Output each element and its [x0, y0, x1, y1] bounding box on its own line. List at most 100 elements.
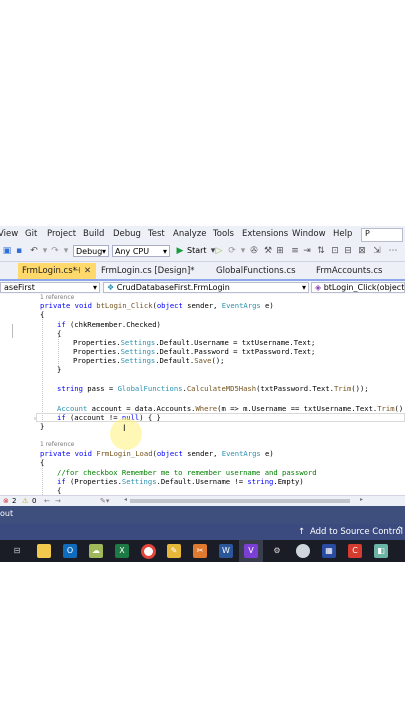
- token: ();: [211, 356, 225, 365]
- menu-view[interactable]: View: [0, 229, 18, 239]
- member-dropdown[interactable]: ◈ btLogin_Click(object se: [311, 282, 405, 293]
- class-dropdown[interactable]: ❖ CrudDatabaseFirst.FrmLogin ▾: [103, 282, 309, 293]
- search-box-label: P: [365, 229, 370, 238]
- tab-frmlogin-design[interactable]: FrmLogin.cs [Design]*: [97, 263, 207, 279]
- menu-debug[interactable]: Debug: [113, 229, 141, 239]
- project-dropdown[interactable]: aseFirst ▾: [0, 282, 100, 293]
- hot-reload-icon[interactable]: ✇: [249, 246, 259, 256]
- more-icon[interactable]: ⋯: [388, 246, 398, 256]
- outline-icon[interactable]: ⊠: [357, 246, 367, 256]
- token: Properties.: [73, 347, 121, 356]
- task-view-icon[interactable]: ⊟: [10, 544, 24, 558]
- debug-step-icon[interactable]: ⇅: [316, 246, 326, 256]
- tab-frmlogin-cs[interactable]: FrmLogin.cs* ⊣ ✕: [18, 263, 96, 279]
- bookmark-icon[interactable]: ⊡: [330, 246, 340, 256]
- menu-analyze[interactable]: Analyze: [173, 229, 207, 239]
- tab-globalfunctions[interactable]: GlobalFunctions.cs: [212, 263, 312, 279]
- reference-count[interactable]: 1 reference: [40, 294, 74, 301]
- token: Settings: [120, 347, 156, 356]
- indent-guide: [42, 314, 43, 426]
- brush-icon[interactable]: ✎▾: [100, 497, 109, 505]
- save-icon[interactable]: ▪: [14, 246, 24, 256]
- format-icon[interactable]: ⊞: [275, 246, 285, 256]
- menu-tools[interactable]: Tools: [213, 229, 234, 239]
- chevron-down-icon[interactable]: ▾: [238, 246, 248, 256]
- add-to-source-control[interactable]: Add to Source Control: [310, 527, 403, 537]
- token: Settings: [120, 356, 156, 365]
- refresh-icon[interactable]: ⟳: [227, 246, 237, 256]
- chevron-up-icon[interactable]: ^: [396, 526, 403, 536]
- token: void: [74, 449, 92, 458]
- align-icon[interactable]: ≡: [290, 246, 300, 256]
- tools-icon[interactable]: ⚒: [263, 246, 273, 256]
- word-icon[interactable]: W: [219, 544, 233, 558]
- start-button[interactable]: Start: [187, 246, 207, 255]
- file-manager-icon[interactable]: ✎: [167, 544, 181, 558]
- snip-tool-icon[interactable]: ✂: [193, 544, 207, 558]
- warning-count[interactable]: 0: [32, 497, 36, 505]
- toolbar: ▣ ▪ ↶ ▾ ↷ ▾ Debug ▾ Any CPU ▾ ▶ Start ▾ …: [0, 243, 405, 262]
- close-icon[interactable]: ✕: [84, 263, 91, 279]
- reference-count[interactable]: 1 reference: [40, 441, 74, 448]
- horizontal-scrollbar[interactable]: [130, 499, 350, 503]
- scroll-right-icon[interactable]: ▸: [360, 496, 363, 503]
- token: .Default.Username = txtUsername.Text;: [155, 338, 316, 347]
- error-icon[interactable]: ⊗: [3, 497, 9, 505]
- tab-frmaccounts[interactable]: FrmAccounts.cs: [312, 263, 405, 279]
- menu-test[interactable]: Test: [148, 229, 165, 239]
- app-icon[interactable]: ▦: [322, 544, 336, 558]
- token: (account !=: [65, 413, 122, 422]
- token: FrmLogin_Load: [96, 449, 153, 458]
- save-all-icon[interactable]: ▣: [2, 246, 12, 256]
- excel-icon[interactable]: X: [115, 544, 129, 558]
- arrow-right-icon[interactable]: →: [55, 497, 61, 505]
- class-value: CrudDatabaseFirst.FrmLogin: [116, 283, 230, 292]
- status-bar: ↑ Add to Source Control ^: [0, 524, 405, 540]
- undo-icon[interactable]: ↶: [29, 246, 39, 256]
- redo-dropdown-icon[interactable]: ▾: [61, 246, 71, 256]
- app-red-icon[interactable]: C: [348, 544, 362, 558]
- code-line: Account account = data.Accounts.Where(m …: [57, 404, 405, 413]
- redo-icon[interactable]: ↷: [50, 246, 60, 256]
- menu-project[interactable]: Project: [47, 229, 76, 239]
- document-tabs: FrmLogin.cs* ⊣ ✕ FrmLogin.cs [Design]* G…: [0, 262, 405, 281]
- indent-icon[interactable]: ⇥: [302, 246, 312, 256]
- scroll-left-icon[interactable]: ◂: [124, 496, 127, 503]
- token: Settings: [121, 477, 157, 486]
- search-box[interactable]: P: [361, 228, 403, 242]
- token: pass =: [82, 384, 118, 393]
- file-explorer-icon[interactable]: [37, 544, 51, 558]
- settings-icon[interactable]: ⚙: [270, 544, 284, 558]
- platform-dropdown[interactable]: Any CPU ▾: [112, 245, 170, 257]
- arrow-left-icon[interactable]: ←: [44, 497, 50, 505]
- disk-icon[interactable]: [296, 544, 310, 558]
- token: Where: [195, 404, 218, 413]
- navigate-icon[interactable]: ⇲: [372, 246, 382, 256]
- app-teal-icon[interactable]: ◧: [374, 544, 388, 558]
- menu-git[interactable]: Git: [25, 229, 37, 239]
- outlook-icon[interactable]: O: [63, 544, 77, 558]
- code-line: if (Properties.Settings.Default.Username…: [57, 477, 304, 486]
- menu-window[interactable]: Window: [292, 229, 326, 239]
- tab-label: FrmLogin.cs*: [22, 266, 77, 276]
- pin-icon[interactable]: ⊣: [73, 263, 80, 279]
- chrome-icon[interactable]: [141, 544, 156, 559]
- code-editor[interactable]: 1 reference private void btLogin_Click(o…: [0, 294, 405, 495]
- configuration-dropdown[interactable]: Debug ▾: [73, 245, 109, 257]
- warning-icon[interactable]: ⚠: [22, 497, 28, 505]
- visual-studio-icon[interactable]: V: [244, 544, 258, 558]
- output-tab-label[interactable]: out: [0, 509, 13, 518]
- menu-help[interactable]: Help: [333, 229, 352, 239]
- start-icon[interactable]: ▶: [175, 246, 185, 256]
- tab-label: FrmLogin.cs [Design]*: [101, 266, 195, 276]
- output-panel-tab[interactable]: out: [0, 506, 405, 524]
- undo-dropdown-icon[interactable]: ▾: [40, 246, 50, 256]
- start-without-debugging-icon[interactable]: ▷: [214, 246, 224, 256]
- code-line: {: [40, 310, 45, 319]
- menu-extensions[interactable]: Extensions: [242, 229, 288, 239]
- error-count[interactable]: 2: [12, 497, 16, 505]
- photos-icon[interactable]: ☁: [89, 544, 103, 558]
- menu-build[interactable]: Build: [83, 229, 104, 239]
- token: Properties.: [73, 338, 121, 347]
- comment-icon[interactable]: ⊟: [343, 246, 353, 256]
